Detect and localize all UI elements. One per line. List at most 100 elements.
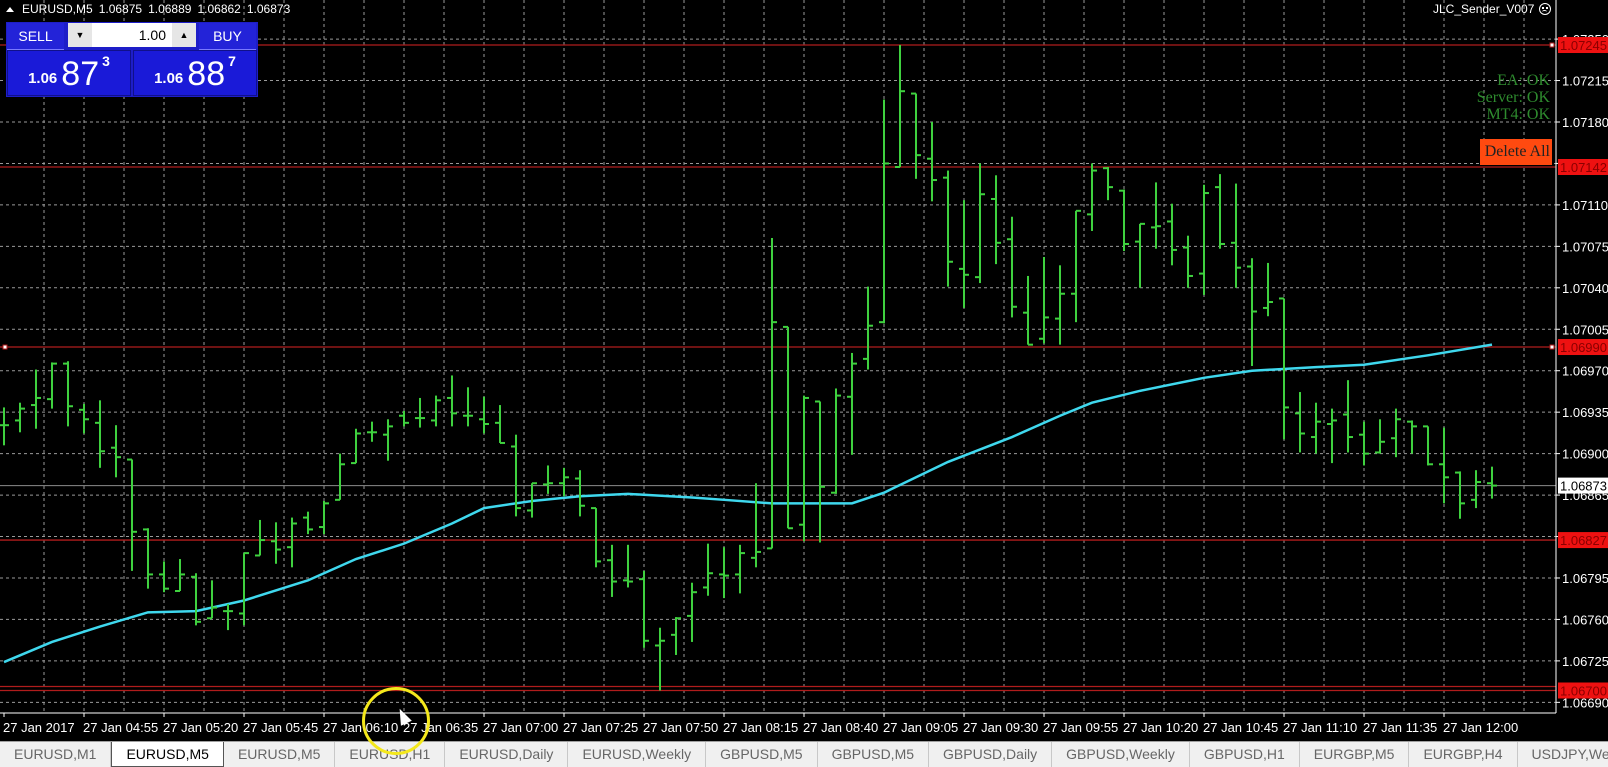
time-tick-label: 27 Jan 07:00 [483,720,558,735]
delete-all-button[interactable]: Delete All [1480,139,1552,165]
sell-price-button[interactable]: 1.06 87 3 [7,50,131,96]
price-tick-label: 1.07180 [1562,115,1608,130]
ohlc-bar [95,400,105,468]
time-tick-label: 27 Jan 05:20 [163,720,238,735]
tab-gbpusd-daily[interactable]: GBPUSD,Daily [929,742,1053,767]
increase-lots-button[interactable]: ▲ [172,23,196,47]
ohlc-bar [703,543,713,596]
level-anchor-handle [1549,344,1555,350]
level-price-label: 1.07142 [1560,160,1607,175]
tab-gbpusd-m5[interactable]: GBPUSD,M5 [706,742,818,767]
ohlc-bar [927,121,937,202]
buy-price-fraction: 7 [228,53,236,69]
tab-eurgbp-h4[interactable]: EURGBP,H4 [1409,742,1518,767]
tab-eurusd-m1[interactable]: EURUSD,M1 [0,742,112,767]
current-price-label: 1.06873 [1560,479,1607,494]
buy-price-prefix: 1.06 [154,70,184,87]
time-tick-label: 27 Jan 10:45 [1203,720,1278,735]
expert-advisor-label[interactable]: JLC_Sender_V007 [1433,2,1552,16]
ohlc-bar [591,507,601,568]
ohlc-bar [911,92,921,179]
price-tick-label: 1.07110 [1562,198,1608,213]
high-price: 1.06889 [148,2,192,16]
low-price: 1.06862 [197,2,241,16]
ohlc-bar [959,200,969,308]
level-price-label: 1.07245 [1560,38,1607,53]
ohlc-bar [1327,408,1337,464]
ohlc-bar [719,547,729,599]
price-tick-label: 1.06935 [1562,405,1608,420]
ohlc-bar [143,528,153,589]
buy-button[interactable]: BUY [199,23,256,50]
decrease-lots-button[interactable]: ▼ [68,23,92,47]
ohlc-bar [239,552,249,626]
ohlc-bar [15,402,25,433]
ohlc-bar [799,395,809,542]
ohlc-bar [671,617,681,655]
tab-eurusd-m5[interactable]: EURUSD,M5 [224,742,336,767]
ohlc-bar [863,286,873,370]
chart-tabs: EURUSD,M1 EURUSD,M5 EURUSD,M5 EURUSD,H1 … [0,741,1608,767]
close-price: 1.06873 [246,2,291,16]
tab-gbpusd-m5-2[interactable]: GBPUSD,M5 [818,742,930,767]
ohlc-bar [1359,421,1369,466]
buy-price-button[interactable]: 1.06 88 7 [133,50,257,96]
tab-eurgbp-m5[interactable]: EURGBP,M5 [1300,742,1410,767]
tab-usdjpy-weekly[interactable]: USDJPY,Wee [1518,742,1608,767]
ea-status: EA: OK [1497,72,1550,89]
ohlc-bar [47,362,57,409]
mt4-status: MT4: OK [1486,106,1550,123]
ohlc-bar [79,403,89,434]
ohlc-bar [1087,163,1097,231]
ohlc-bar [367,421,377,442]
ohlc-bar [831,388,841,494]
tab-eurusd-m5-active[interactable]: EURUSD,M5 [111,742,224,767]
ohlc-bar [479,396,489,434]
ohlc-bar [735,544,745,594]
sell-button[interactable]: SELL [7,23,64,50]
ohlc-bar [223,604,233,631]
ohlc-bar [63,361,73,427]
ohlc-bar [351,428,361,465]
time-tick-label: 27 Jan 11:10 [1283,720,1357,735]
ohlc-bar [1247,258,1257,366]
price-tick-label: 1.06900 [1562,447,1608,462]
ohlc-bar [207,580,217,620]
lot-size-input[interactable]: 1.00 [92,23,172,47]
ohlc-bar [255,519,265,557]
ohlc-bar [1119,189,1129,252]
ohlc-bar [1391,408,1401,458]
sell-price-prefix: 1.06 [28,70,58,87]
ohlc-bar [687,582,697,642]
time-tick-label: 27 Jan 10:20 [1123,720,1198,735]
time-tick-label: 27 Jan 09:30 [963,720,1038,735]
time-tick-label: 27 Jan 2017 [3,720,75,735]
ohlc-bar [287,517,297,568]
ohlc-bar [1007,216,1017,318]
ohlc-bar [431,395,441,427]
ohlc-bar [1263,262,1273,317]
ohlc-bar [543,465,553,494]
server-status: Server: OK [1476,89,1550,106]
ohlc-bar [191,573,201,626]
price-tick-label: 1.06725 [1562,654,1608,669]
price-tick-label: 1.07075 [1562,239,1608,254]
ohlc-bar [1295,392,1305,453]
triangle-up-icon[interactable] [6,6,14,12]
price-chart[interactable]: 1.072501.072151.071801.071451.071101.070… [0,0,1608,741]
ohlc-bar [111,425,121,478]
time-tick-label: 27 Jan 08:15 [723,720,798,735]
ohlc-bar [991,175,1001,265]
tab-gbpusd-weekly[interactable]: GBPUSD,Weekly [1052,742,1190,767]
ohlc-bar [1071,209,1081,323]
ohlc-bar [783,325,793,530]
ohlc-bar [463,387,473,427]
time-tick-label: 27 Jan 09:55 [1043,720,1118,735]
ohlc-bar [815,400,825,543]
price-tick-label: 1.06795 [1562,571,1608,586]
one-click-trading-panel: SELL ▼ 1.00 ▲ BUY 1.06 87 3 1.06 88 7 [6,22,258,97]
tab-eurusd-weekly[interactable]: EURUSD,Weekly [568,742,707,767]
time-tick-label: 27 Jan 04:55 [83,720,158,735]
tab-eurusd-daily[interactable]: EURUSD,Daily [445,742,569,767]
tab-gbpusd-h1[interactable]: GBPUSD,H1 [1190,742,1300,767]
